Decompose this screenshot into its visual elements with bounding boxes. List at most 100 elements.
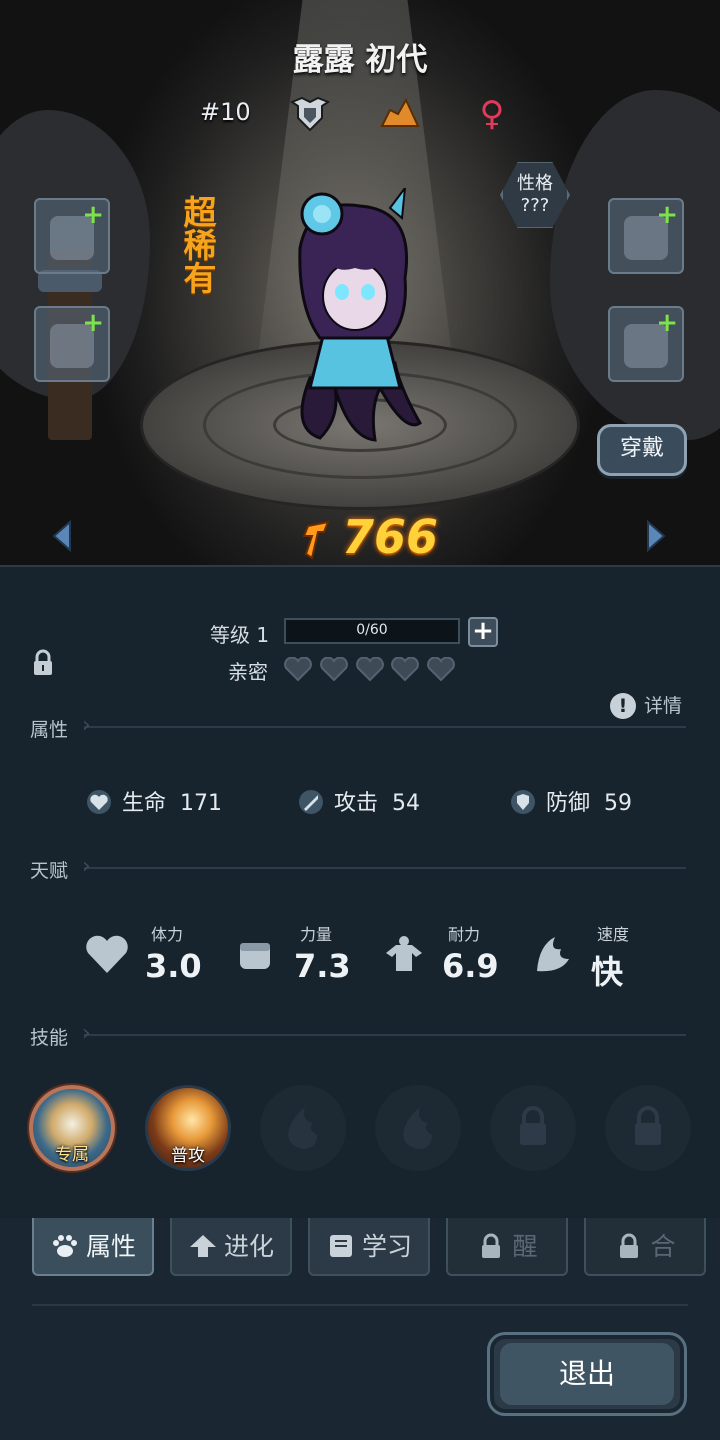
stat-hp-value: 171 [180, 791, 223, 816]
stat-defense-label: 防御 [546, 791, 591, 816]
section-divider [82, 854, 686, 879]
shield-icon [511, 790, 535, 814]
details-link[interactable]: ! 详情 [610, 691, 682, 719]
talent-strength: 力量 7.3 [234, 921, 374, 991]
exit-button-label: 退出 [500, 1343, 674, 1405]
section-skills-label: 技能 [30, 1027, 69, 1049]
up-arrow-icon [189, 1235, 216, 1257]
power-icon [302, 520, 330, 560]
plus-icon: + [656, 200, 678, 230]
wear-button[interactable]: 穿戴 [597, 424, 687, 476]
arrow-right-icon[interactable] [644, 520, 668, 552]
level-label: 等级 1 [210, 623, 270, 647]
rarity-label: 超稀有 [183, 193, 217, 298]
equip-slot-armor[interactable]: + [608, 198, 684, 274]
power-value: 766 [342, 510, 439, 564]
arrow-left-icon[interactable] [50, 520, 74, 552]
female-gender-icon: ♀ [479, 94, 505, 134]
tab-fusion[interactable]: 合 [584, 1218, 706, 1276]
skill-flame-icon [403, 1107, 432, 1149]
sword-icon [299, 790, 323, 814]
tab-attributes[interactable]: 属性 [32, 1218, 154, 1276]
section-attributes-label: 属性 [30, 719, 69, 741]
book-icon [329, 1235, 352, 1257]
talent-endurance-label: 耐力 [448, 925, 481, 944]
plus-icon: + [82, 308, 104, 338]
section-talents-label: 天赋 [30, 860, 69, 882]
lock-icon [520, 1106, 546, 1145]
terrain-icon[interactable] [378, 92, 422, 136]
stat-attack: 攻击 54 [298, 785, 420, 817]
paw-icon [52, 1235, 77, 1257]
info-icon: ! [610, 693, 636, 719]
heart-icon [86, 935, 128, 973]
plus-icon: + [82, 200, 104, 230]
skill-slot-locked[interactable] [490, 1085, 576, 1171]
xp-progress-bar: 0/60 [284, 618, 460, 644]
lock-icon [635, 1106, 661, 1145]
lock-icon [482, 1233, 501, 1258]
talent-endurance: 耐力 6.9 [382, 921, 522, 991]
skill-basic-attack-label: 普攻 [171, 1146, 205, 1166]
equip-slot-helmet[interactable]: + [34, 306, 110, 382]
character-sprite [298, 188, 422, 442]
equip-slot-accessory[interactable]: + [608, 306, 684, 382]
tab-learn[interactable]: 学习 [308, 1218, 430, 1276]
heart-icon [320, 657, 348, 681]
talent-speed-label: 速度 [597, 925, 630, 944]
details-label: 详情 [644, 695, 683, 717]
talent-speed-value: 快 [591, 953, 624, 991]
talent-strength-label: 力量 [300, 925, 333, 944]
stat-hp: 生命 171 [86, 785, 222, 817]
character-id: #10 [200, 98, 251, 126]
skill-flame-icon [288, 1107, 317, 1149]
talent-endurance-value: 6.9 [442, 947, 499, 985]
tab-evolve[interactable]: 进化 [170, 1218, 292, 1276]
stat-hp-label: 生命 [122, 791, 167, 816]
muscle-icon [386, 936, 422, 971]
lock-icon [620, 1233, 639, 1258]
talent-speed: 速度 快 [531, 921, 671, 991]
tab-awaken-label: 醒 [512, 1232, 538, 1261]
skill-exclusive[interactable]: 专属 [29, 1085, 115, 1171]
talent-stamina-label: 体力 [151, 925, 184, 944]
talent-strength-value: 7.3 [294, 947, 351, 985]
skill-basic-attack[interactable]: 普攻 [145, 1085, 231, 1171]
tab-fusion-label: 合 [650, 1232, 676, 1261]
heart-icon [356, 657, 384, 681]
heart-icon [427, 657, 455, 681]
combat-power: 766 [300, 508, 450, 564]
tab-attributes-label: 属性 [85, 1232, 136, 1261]
heart-shield-icon [87, 790, 111, 814]
character-name: 露露 初代 [292, 42, 428, 78]
lock-icon[interactable] [32, 649, 54, 677]
fist-icon [240, 943, 270, 969]
tab-learn-label: 学习 [361, 1232, 412, 1261]
talent-stamina: 体力 3.0 [85, 921, 225, 991]
stat-attack-label: 攻击 [334, 791, 379, 816]
tab-evolve-label: 进化 [223, 1232, 274, 1261]
tab-awaken[interactable]: 醒 [446, 1218, 568, 1276]
intimacy-label: 亲密 [228, 660, 268, 684]
skill-slot-locked[interactable] [605, 1085, 691, 1171]
info-panel: 等级 1 0/60 + 亲密 ! 详情 属性 生命 171 攻击 54 防御 59… [0, 565, 720, 1220]
equip-slot-gloves[interactable]: + [34, 198, 110, 274]
personality-value: ??? [520, 195, 550, 216]
skill-slot-empty[interactable] [375, 1085, 461, 1171]
shield-badge-icon[interactable] [288, 92, 332, 136]
skill-slot-empty[interactable] [260, 1085, 346, 1171]
add-xp-button[interactable]: + [468, 617, 498, 647]
talent-stamina-value: 3.0 [145, 947, 202, 985]
xp-text: 0/60 [356, 622, 388, 638]
personality-label: 性格 [517, 173, 553, 194]
wing-icon [537, 937, 569, 972]
tab-divider [32, 1304, 688, 1306]
character-scene: 露露 初代 #10 ♀ 超稀有 性格 ??? + + + + 穿戴 766 [0, 0, 720, 565]
section-divider [82, 713, 686, 738]
stat-defense: 防御 59 [510, 785, 632, 817]
exit-button[interactable]: 退出 [487, 1332, 687, 1416]
heart-icon [391, 657, 419, 681]
heart-icon [284, 657, 312, 681]
bottom-tabs: 属性 进化 学习 醒 合 退出 [0, 1218, 720, 1440]
plus-icon: + [656, 308, 678, 338]
